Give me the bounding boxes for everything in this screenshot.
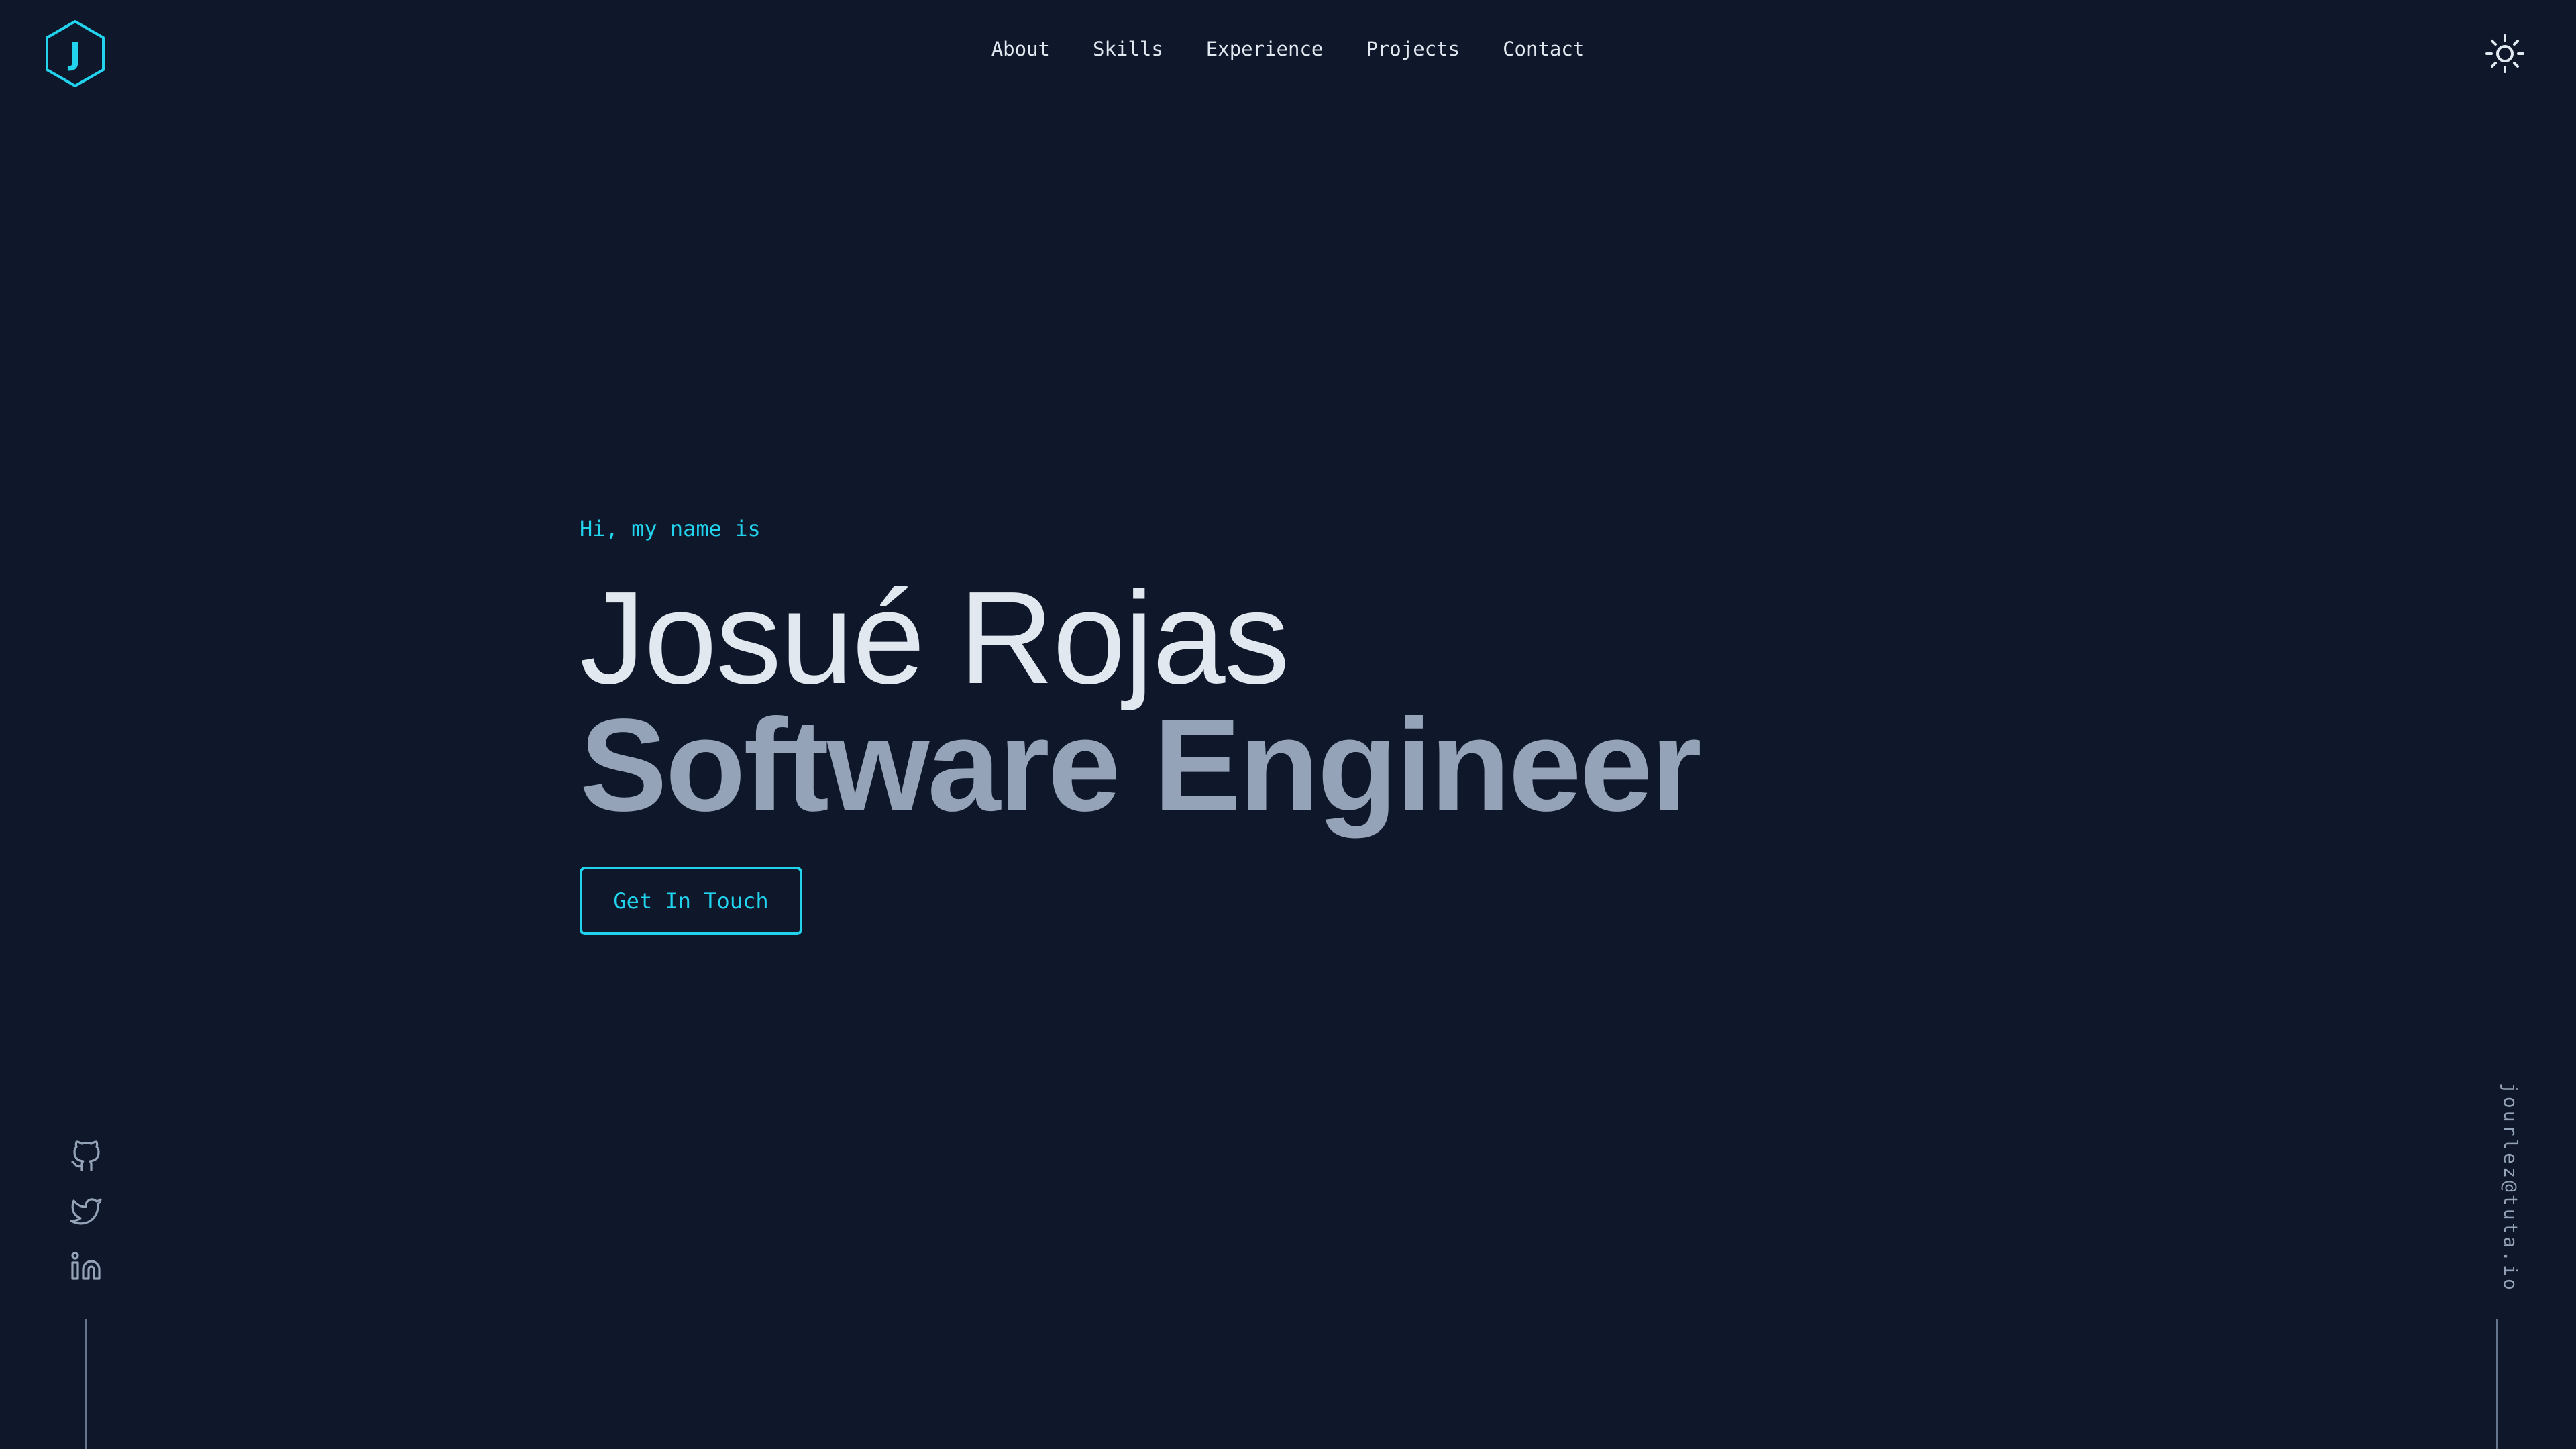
linkedin-icon: [71, 1252, 101, 1280]
email-divider-line: [2496, 1319, 2498, 1449]
github-link[interactable]: [70, 1140, 102, 1173]
nav-link-skills[interactable]: Skills: [1093, 38, 1163, 60]
twitter-icon: [70, 1198, 102, 1225]
social-divider-line: [85, 1319, 87, 1449]
nav-link-contact[interactable]: Contact: [1503, 38, 1585, 60]
get-in-touch-button[interactable]: Get In Touch: [580, 867, 802, 935]
github-icon: [71, 1140, 100, 1171]
twitter-link[interactable]: [70, 1195, 102, 1228]
main-nav: About Skills Experience Projects Contact: [0, 38, 2576, 60]
nav-link-projects[interactable]: Projects: [1366, 38, 1460, 60]
theme-toggle-button[interactable]: [2485, 34, 2525, 74]
hero-role: Software Engineer: [580, 692, 1702, 839]
nav-link-experience[interactable]: Experience: [1206, 38, 1324, 60]
nav-link-about[interactable]: About: [991, 38, 1050, 60]
email-link[interactable]: jourlez@tuta.io: [2500, 1083, 2522, 1293]
hero-section: Hi, my name is Josué Rojas Software Engi…: [580, 510, 2055, 935]
social-links: [70, 1140, 102, 1305]
sun-icon: [2485, 34, 2524, 73]
hero-name: Josué Rojas: [580, 564, 1290, 711]
hero-greeting: Hi, my name is: [580, 516, 761, 541]
linkedin-link[interactable]: [70, 1250, 102, 1283]
